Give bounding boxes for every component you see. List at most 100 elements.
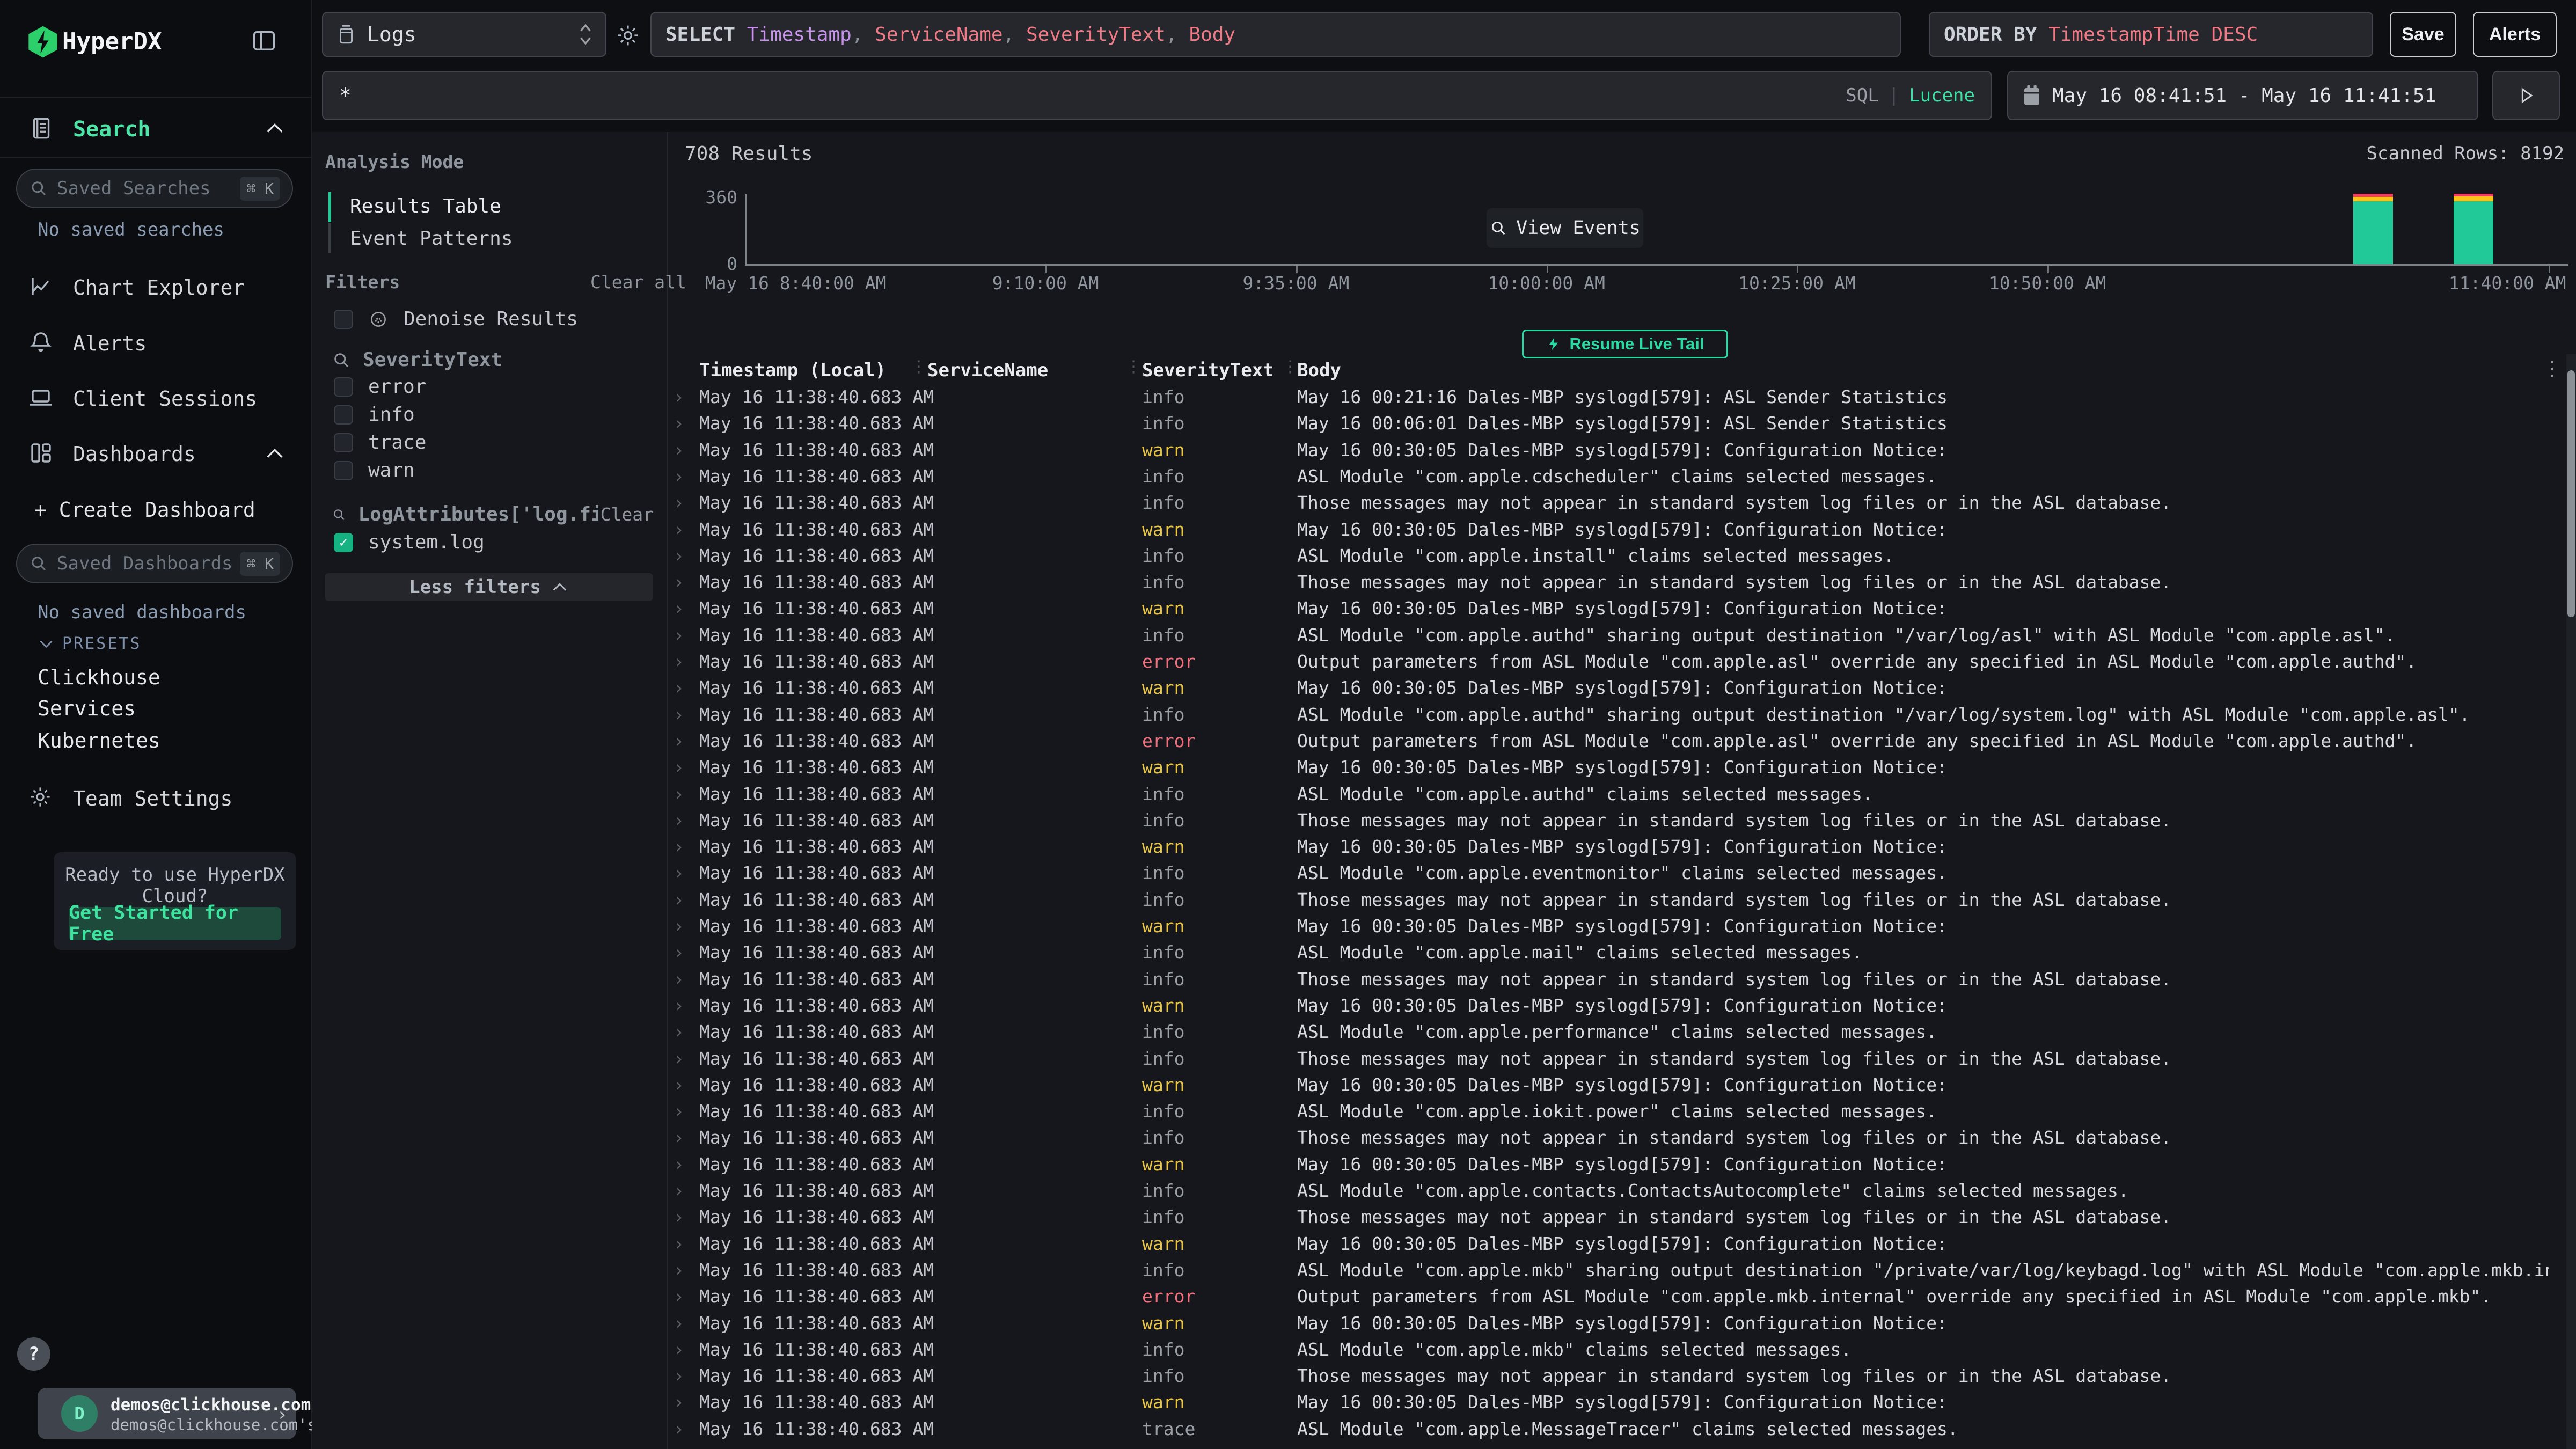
table-row[interactable]: ›May 16 11:38:40.683 AMinfoASL Module "c… xyxy=(668,779,2571,805)
severity-option-warn[interactable]: warn xyxy=(334,459,415,481)
source-settings-gear-icon[interactable] xyxy=(615,23,641,48)
row-expand-chevron-icon[interactable]: › xyxy=(674,836,684,857)
presets-toggle[interactable]: PRESETS xyxy=(38,634,141,653)
row-expand-chevron-icon[interactable]: › xyxy=(674,466,684,487)
table-row[interactable]: ›May 16 11:38:40.683 AMinfoASL Module "c… xyxy=(668,700,2571,726)
row-expand-chevron-icon[interactable]: › xyxy=(674,1260,684,1280)
table-row[interactable]: ›May 16 11:38:40.683 AMwarnMay 16 00:30:… xyxy=(668,435,2571,461)
column-header-severitytext[interactable]: SeverityText xyxy=(1142,360,1274,381)
save-button[interactable]: Save xyxy=(2390,12,2456,57)
table-row[interactable]: ›May 16 11:38:40.683 AMinfoASL Module "c… xyxy=(668,1017,2571,1043)
row-expand-chevron-icon[interactable]: › xyxy=(674,386,684,407)
sidebar-item-client-sessions[interactable]: Client Sessions xyxy=(0,377,311,418)
column-header-body[interactable]: Body xyxy=(1297,360,1341,381)
clear-filter-link[interactable]: Clear xyxy=(601,504,654,525)
table-row[interactable]: ›May 16 11:38:40.683 AMwarnMay 16 00:30:… xyxy=(668,1229,2571,1255)
checkbox[interactable]: ✓ xyxy=(334,533,353,552)
table-row[interactable]: ›May 16 11:38:40.683 AMerrorOutput param… xyxy=(668,1282,2571,1307)
create-dashboard-button[interactable]: + Create Dashboard xyxy=(34,498,255,522)
saved-dashboards-input[interactable]: Saved Dashboards ⌘ K xyxy=(16,544,293,583)
time-range-picker[interactable]: May 16 08:41:51 - May 16 11:41:51 xyxy=(2007,71,2478,120)
table-row[interactable]: ›May 16 11:38:40.683 AMinfoThose message… xyxy=(668,806,2571,831)
chevron-up-icon[interactable] xyxy=(264,447,286,460)
language-sql-toggle[interactable]: SQL xyxy=(1846,85,1878,106)
row-expand-chevron-icon[interactable]: › xyxy=(674,916,684,936)
row-expand-chevron-icon[interactable]: › xyxy=(674,677,684,698)
language-lucene-toggle[interactable]: Lucene xyxy=(1909,85,1975,106)
severity-option-trace[interactable]: trace xyxy=(334,431,426,453)
row-expand-chevron-icon[interactable]: › xyxy=(674,1021,684,1042)
sidebar-item-chart-explorer[interactable]: Chart Explorer xyxy=(0,266,311,307)
search-query-input[interactable]: * SQL | Lucene xyxy=(322,71,1992,120)
row-expand-chevron-icon[interactable]: › xyxy=(674,889,684,910)
row-expand-chevron-icon[interactable]: › xyxy=(674,757,684,778)
table-row[interactable]: ›May 16 11:38:40.683 AMinfoASL Module "c… xyxy=(668,858,2571,884)
table-row[interactable]: ›May 16 11:38:40.683 AMtraceASL Module "… xyxy=(668,1414,2571,1440)
sidebar-item-team-settings[interactable]: Team Settings xyxy=(0,777,311,818)
resume-live-tail-button[interactable]: Resume Live Tail xyxy=(1522,330,1728,358)
row-expand-chevron-icon[interactable]: › xyxy=(674,1101,684,1122)
table-row[interactable]: ›May 16 11:38:40.683 AMwarnMay 16 00:30:… xyxy=(668,752,2571,778)
row-expand-chevron-icon[interactable]: › xyxy=(674,995,684,1016)
table-row[interactable]: ›May 16 11:38:40.683 AMwarnMay 16 00:30:… xyxy=(668,1150,2571,1175)
row-expand-chevron-icon[interactable]: › xyxy=(674,704,684,725)
scrollbar-thumb[interactable] xyxy=(2567,370,2575,617)
table-row[interactable]: ›May 16 11:38:40.683 AMerrorOutput param… xyxy=(668,647,2571,672)
row-expand-chevron-icon[interactable]: › xyxy=(674,492,684,513)
row-expand-chevron-icon[interactable]: › xyxy=(674,572,684,592)
column-resize-handle[interactable]: ⋮ xyxy=(1125,357,1141,376)
chevron-up-icon[interactable] xyxy=(264,121,286,135)
table-row[interactable]: ›May 16 11:38:40.683 AMinfoASL Module "c… xyxy=(668,938,2571,963)
search-icon[interactable] xyxy=(332,350,351,370)
table-row[interactable]: ›May 16 11:38:40.683 AMinfoASL Module "c… xyxy=(668,462,2571,487)
account-menu[interactable]: D demos@clickhouse.com demos@clickhouse.… xyxy=(38,1388,296,1439)
row-expand-chevron-icon[interactable]: › xyxy=(674,784,684,804)
row-expand-chevron-icon[interactable]: › xyxy=(674,440,684,460)
table-row[interactable]: ›May 16 11:38:40.683 AMinfoThose message… xyxy=(668,488,2571,514)
preset-services[interactable]: Services xyxy=(38,697,136,720)
row-expand-chevron-icon[interactable]: › xyxy=(674,413,684,434)
table-row[interactable]: ›May 16 11:38:40.683 AMwarnMay 16 00:30:… xyxy=(668,1070,2571,1096)
table-row[interactable]: ›May 16 11:38:40.683 AMinfoThose message… xyxy=(668,885,2571,911)
row-expand-chevron-icon[interactable]: › xyxy=(674,545,684,566)
search-icon[interactable] xyxy=(332,505,347,524)
denoise-results-option[interactable]: Denoise Results xyxy=(334,308,578,330)
row-expand-chevron-icon[interactable]: › xyxy=(674,1233,684,1254)
table-row[interactable]: ›May 16 11:38:40.683 AMwarnMay 16 00:30:… xyxy=(668,1308,2571,1334)
table-row[interactable]: ›May 16 11:38:40.683 AMwarnMay 16 00:30:… xyxy=(668,1387,2571,1413)
column-resize-handle[interactable]: ⋮ xyxy=(1282,357,1298,376)
sidebar-collapse-icon[interactable] xyxy=(250,27,278,55)
help-button[interactable]: ? xyxy=(17,1337,50,1371)
row-expand-chevron-icon[interactable]: › xyxy=(674,810,684,831)
row-expand-chevron-icon[interactable]: › xyxy=(674,1074,684,1095)
clear-all-link[interactable]: Clear all xyxy=(590,272,686,292)
preset-kubernetes[interactable]: Kubernetes xyxy=(38,729,160,752)
table-row[interactable]: ›May 16 11:38:40.683 AMinfoASL Module "c… xyxy=(668,1096,2571,1122)
row-expand-chevron-icon[interactable]: › xyxy=(674,1286,684,1307)
sidebar-item-dashboards[interactable]: Dashboards xyxy=(0,433,311,473)
checkbox[interactable] xyxy=(334,405,353,425)
order-by-input[interactable]: ORDER BY TimestampTime DESC xyxy=(1929,12,2373,57)
column-resize-handle[interactable]: ⋮ xyxy=(911,357,927,376)
sidebar-item-search[interactable]: Search xyxy=(0,107,311,148)
less-filters-button[interactable]: Less filters xyxy=(325,573,653,601)
get-started-button[interactable]: Get Started for Free xyxy=(69,907,281,940)
row-expand-chevron-icon[interactable]: › xyxy=(674,942,684,963)
table-row[interactable]: ›May 16 11:38:40.683 AMinfoASL Module "c… xyxy=(668,620,2571,646)
table-row[interactable]: ›May 16 11:38:40.683 AMinfoMay 16 00:06:… xyxy=(668,408,2571,434)
row-expand-chevron-icon[interactable]: › xyxy=(674,969,684,990)
checkbox[interactable] xyxy=(334,433,353,452)
row-expand-chevron-icon[interactable]: › xyxy=(674,862,684,883)
column-header-timestamp[interactable]: Timestamp (Local) xyxy=(699,360,886,381)
sidebar-item-alerts[interactable]: Alerts xyxy=(0,322,311,363)
row-expand-chevron-icon[interactable]: › xyxy=(674,625,684,646)
select-columns-input[interactable]: SELECT Timestamp, ServiceName, SeverityT… xyxy=(650,12,1901,57)
logfile-option-system.log[interactable]: ✓ system.log xyxy=(334,531,485,553)
table-row[interactable]: ›May 16 11:38:40.683 AMwarnMay 16 00:30:… xyxy=(668,673,2571,699)
row-expand-chevron-icon[interactable]: › xyxy=(674,1206,684,1227)
table-row[interactable]: ›May 16 11:38:40.683 AMwarnMay 16 00:30:… xyxy=(668,832,2571,858)
table-row[interactable]: ›May 16 11:38:40.683 AMinfoMay 16 00:21:… xyxy=(668,382,2571,408)
checkbox[interactable] xyxy=(334,377,353,397)
preset-clickhouse[interactable]: Clickhouse xyxy=(38,665,160,689)
table-row[interactable]: ›May 16 11:38:40.683 AMinfoThose message… xyxy=(668,964,2571,990)
